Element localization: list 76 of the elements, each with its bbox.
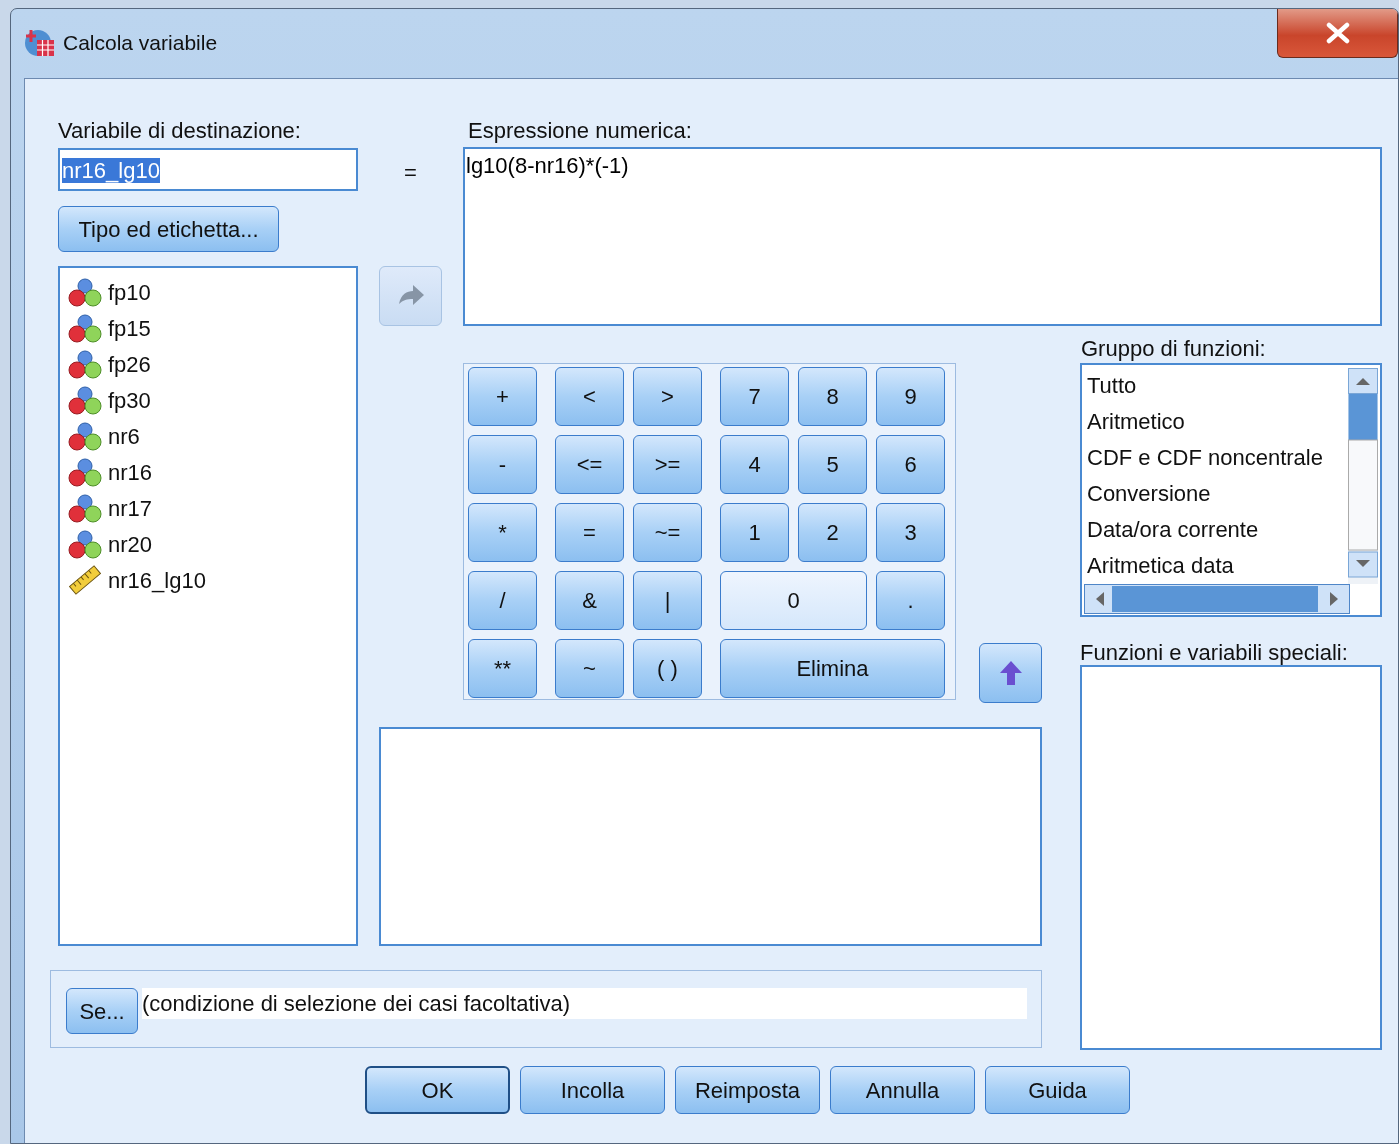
variable-item[interactable]: nr16_lg10: [60, 562, 356, 598]
keypad-key[interactable]: *: [468, 503, 537, 562]
function-list[interactable]: [379, 727, 1042, 946]
variable-item[interactable]: nr20: [60, 526, 356, 562]
special-functions-label: Funzioni e variabili speciali:: [1080, 640, 1349, 665]
target-field[interactable]: nr16_lg10: [58, 148, 358, 191]
up-arrow-button[interactable]: [979, 643, 1042, 703]
keypad-key[interactable]: /: [468, 571, 537, 630]
keypad-key[interactable]: ~=: [633, 503, 702, 562]
keypad-key[interactable]: .: [876, 571, 945, 630]
balls-icon: [68, 457, 102, 487]
keypad-key[interactable]: |: [633, 571, 702, 630]
dialog-button[interactable]: Annulla: [830, 1066, 975, 1114]
keypad-key[interactable]: ~: [555, 639, 624, 698]
variable-list[interactable]: fp10 fp15 fp26 fp30 nr6 nr16 nr17 nr20 nr16_lg10: [58, 266, 358, 946]
balls-icon: [68, 385, 102, 415]
balls-icon: [68, 529, 102, 559]
dialog-button[interactable]: OK: [365, 1066, 510, 1114]
function-group-item[interactable]: Conversione: [1082, 476, 1348, 512]
variable-item[interactable]: fp30: [60, 382, 356, 418]
variable-item[interactable]: nr6: [60, 418, 356, 454]
balls-icon: [68, 277, 102, 307]
expression-field[interactable]: lg10(8-nr16)*(-1): [463, 147, 1382, 326]
function-group-item[interactable]: Aritmetico: [1082, 404, 1348, 440]
function-group-item[interactable]: CDF e CDF noncentrale: [1082, 440, 1348, 476]
function-group-label: Gruppo di funzioni:: [1080, 336, 1267, 363]
expression-label: Espressione numerica:: [467, 118, 693, 145]
keypad-key[interactable]: 2: [798, 503, 867, 562]
close-icon: [1324, 22, 1351, 44]
variable-item[interactable]: fp26: [60, 346, 356, 382]
close-button[interactable]: [1277, 9, 1398, 58]
keypad-key[interactable]: <=: [555, 435, 624, 494]
keypad-key[interactable]: 4: [720, 435, 789, 494]
keypad-key[interactable]: **: [468, 639, 537, 698]
variable-item[interactable]: fp15: [60, 310, 356, 346]
balls-icon: [68, 313, 102, 343]
balls-icon: [68, 421, 102, 451]
function-group-item[interactable]: Tutto: [1082, 368, 1348, 404]
keypad-key[interactable]: =: [555, 503, 624, 562]
vertical-scrollbar[interactable]: [1348, 368, 1378, 584]
keypad-key[interactable]: 9: [876, 367, 945, 426]
horizontal-scrollbar[interactable]: [1084, 584, 1350, 614]
target-label: Variabile di destinazione:: [58, 118, 302, 145]
function-group-item[interactable]: Data/ora corrente: [1082, 512, 1348, 548]
balls-icon: [68, 349, 102, 379]
keypad-key[interactable]: 7: [720, 367, 789, 426]
type-label-button[interactable]: Tipo ed etichetta...: [58, 206, 279, 252]
keypad-key[interactable]: >=: [633, 435, 702, 494]
keypad-key[interactable]: +: [468, 367, 537, 426]
keypad-key[interactable]: Elimina: [720, 639, 945, 698]
keypad-key[interactable]: <: [555, 367, 624, 426]
keypad-key[interactable]: 3: [876, 503, 945, 562]
variable-item[interactable]: nr16: [60, 454, 356, 490]
keypad-key[interactable]: &: [555, 571, 624, 630]
keypad-key[interactable]: 1: [720, 503, 789, 562]
keypad-key[interactable]: 0: [720, 571, 867, 630]
keypad-key[interactable]: -: [468, 435, 537, 494]
balls-icon: [68, 493, 102, 523]
keypad-key[interactable]: ( ): [633, 639, 702, 698]
table-plus-icon: [23, 27, 57, 59]
dialog-button[interactable]: Reimposta: [675, 1066, 820, 1114]
keypad-key[interactable]: 5: [798, 435, 867, 494]
keypad-key[interactable]: 6: [876, 435, 945, 494]
condition-text: (condizione di selezione dei casi facoltativa): [142, 988, 1027, 1019]
dialog-button[interactable]: Guida: [985, 1066, 1130, 1114]
function-group-item[interactable]: Aritmetica data: [1082, 548, 1348, 584]
dialog-button[interactable]: Incolla: [520, 1066, 665, 1114]
special-functions-list[interactable]: [1080, 665, 1382, 1050]
variable-item[interactable]: fp10: [60, 274, 356, 310]
keypad-key[interactable]: >: [633, 367, 702, 426]
equals-sign: =: [403, 160, 418, 186]
function-group-list[interactable]: Tutto Aritmetico CDF e CDF noncentrale Conversione Data/ora corrente Aritmetica data: [1080, 363, 1382, 617]
keypad-key[interactable]: 8: [798, 367, 867, 426]
window-title: Calcola variabile: [63, 30, 218, 57]
variable-item[interactable]: nr17: [60, 490, 356, 526]
if-button[interactable]: Se...: [66, 988, 138, 1034]
